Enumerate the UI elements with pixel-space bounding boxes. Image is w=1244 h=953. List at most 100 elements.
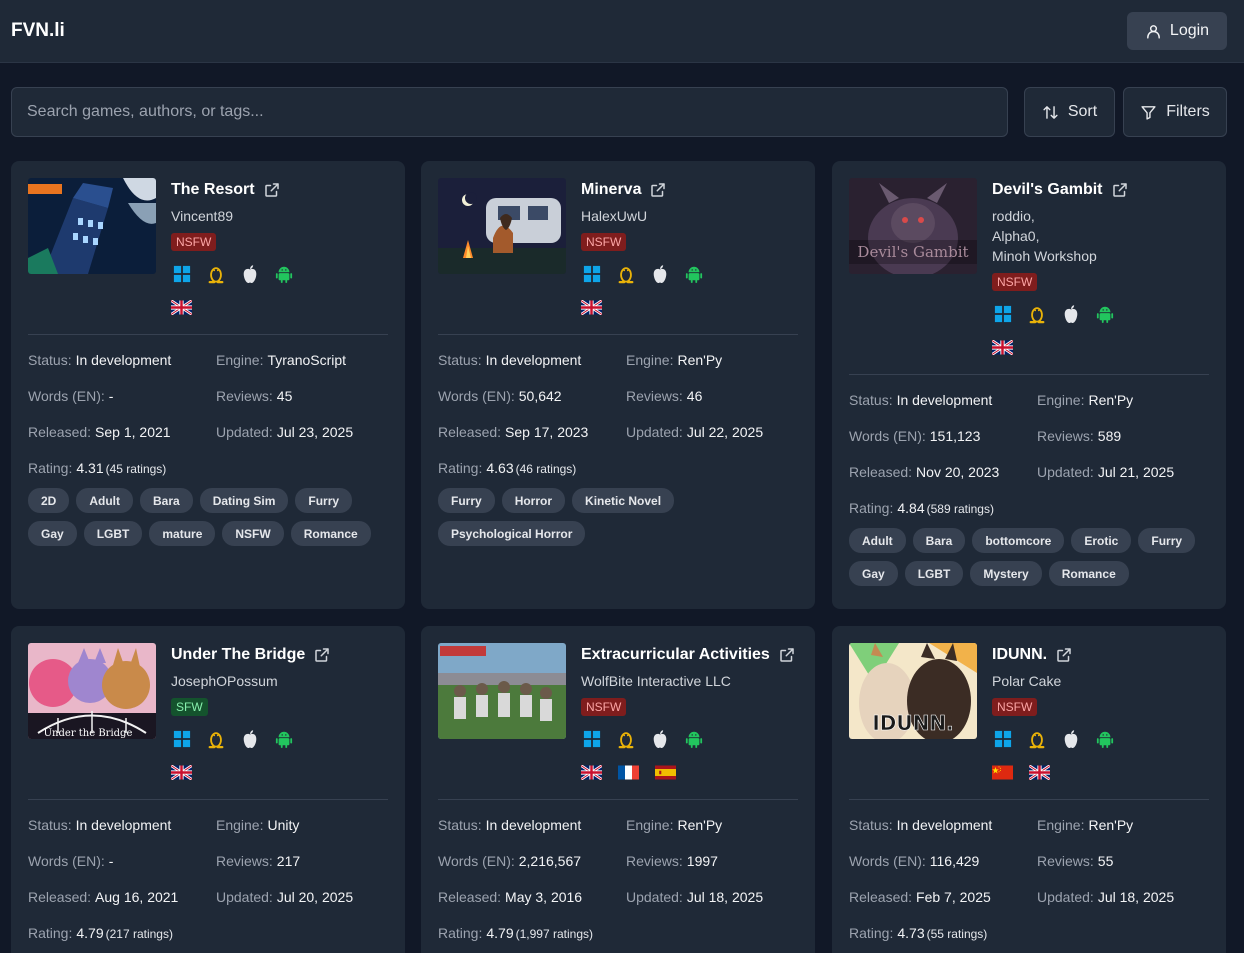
stat-reviews: Reviews: 55 [1037,853,1114,869]
game-author[interactable]: Alpha0, [992,226,1212,246]
content-rating-badge: NSFW [581,698,627,716]
game-author[interactable]: Polar Cake [992,671,1212,691]
tag-chip[interactable]: Furry [295,488,353,513]
game-title[interactable]: Devil's Gambit [992,181,1103,199]
stat-rating: Rating: 4.73 (55 ratings) [849,925,988,941]
tag-chip[interactable]: Adult [76,488,133,513]
external-link-icon[interactable] [1111,181,1129,199]
game-card[interactable]: Minerva HalexUwU NSFW Status: In developm… [421,161,815,609]
game-card[interactable]: The Resort Vincent89 NSFW Status: In deve… [11,161,405,609]
stat-status: Status: In development [28,817,172,833]
external-link-icon[interactable] [649,181,667,199]
search-input[interactable] [11,87,1008,137]
game-title[interactable]: IDUNN. [992,646,1047,664]
card-divider [438,334,798,335]
uk-flag-icon [581,764,602,780]
language-flags [171,762,391,782]
tag-chip[interactable]: Furry [1138,528,1196,553]
tag-chip[interactable]: Horror [501,488,566,513]
apple-icon [1060,729,1081,749]
top-navbar: FVN.li Login [0,0,1244,63]
android-icon [683,729,704,749]
stat-words: Words (EN): 116,429 [849,853,980,869]
windows-icon [992,729,1013,749]
tag-chip[interactable]: Psychological Horror [438,521,586,546]
game-author[interactable]: HalexUwU [581,206,801,226]
stat-status: Status: In development [849,817,993,833]
svg-text:Under the Bridge: Under the Bridge [44,728,133,739]
game-authors: Vincent89 [171,206,391,226]
uk-flag-icon [171,299,192,315]
tag-chip[interactable]: Erotic [1071,528,1132,553]
linux-icon [1026,304,1047,324]
content-rating-badge: NSFW [581,233,627,251]
tag-list: Adult Bara bottomcore Erotic Furry Gay LGBT Mys… [849,528,1215,586]
game-cover-image[interactable]: IDUNN. [849,643,977,739]
game-title[interactable]: Minerva [581,181,641,199]
content-rating-badge: NSFW [171,233,217,251]
tag-chip[interactable]: mature [149,521,216,546]
language-flags [581,297,801,317]
game-title[interactable]: Under The Bridge [171,646,305,664]
game-cover-image[interactable] [438,643,566,739]
game-card[interactable]: Devil's Gambit Devil's Gambit roddio, Alp… [832,161,1226,609]
game-card[interactable]: Extracurricular Activities WolfBite Inte… [421,626,815,953]
game-info: Minerva HalexUwU NSFW [581,180,801,317]
tag-chip[interactable]: Dating Sim [199,488,289,513]
tag-chip[interactable]: 2D [28,488,70,513]
game-cover-image[interactable]: Under the Bridge [28,643,156,739]
external-link-icon[interactable] [1055,646,1073,664]
platform-icons [581,729,801,749]
windows-icon [581,729,602,749]
external-link-icon[interactable] [313,646,331,664]
stat-engine: Engine: Ren'Py [1037,817,1134,833]
tag-chip[interactable]: Furry [438,488,495,513]
filters-button[interactable]: Filters [1123,87,1227,137]
tag-chip[interactable]: Bara [140,488,193,513]
game-cover-image[interactable] [438,178,566,274]
game-author[interactable]: roddio, [992,206,1212,226]
card-divider [849,374,1209,375]
tag-chip[interactable]: Bara [912,528,966,553]
site-logo[interactable]: FVN.li [11,20,65,42]
game-info: IDUNN. Polar Cake NSFW [992,645,1212,782]
external-link-icon[interactable] [778,646,796,664]
stat-released: Released: Nov 20, 2023 [849,464,1000,480]
external-link-icon[interactable] [263,181,281,199]
game-card[interactable]: Under the Bridge Under The Bridge Joseph… [11,626,405,953]
tag-chip[interactable]: Gay [28,521,77,546]
stat-words: Words (EN): 50,642 [438,388,562,404]
card-divider [28,799,388,800]
language-flags [992,337,1212,357]
game-cover-image[interactable] [28,178,156,274]
tag-chip[interactable]: Gay [849,561,898,586]
tag-chip[interactable]: Kinetic Novel [572,488,675,513]
game-cover-image[interactable]: Devil's Gambit [849,178,977,274]
tag-chip[interactable]: Romance [290,521,371,546]
tag-chip[interactable]: Romance [1048,561,1129,586]
game-author[interactable]: Vincent89 [171,206,391,226]
apple-icon [239,729,260,749]
tag-list: Furry Horror Kinetic Novel Psychological Ho… [438,488,804,546]
game-card[interactable]: IDUNN. IDUNN. Polar Cake NSFW Status: In … [832,626,1226,953]
game-authors: Polar Cake [992,671,1212,691]
tag-chip[interactable]: LGBT [83,521,143,546]
tag-chip[interactable]: NSFW [222,521,284,546]
login-button[interactable]: Login [1127,12,1227,50]
tag-chip[interactable]: bottomcore [972,528,1065,553]
game-author[interactable]: Minoh Workshop [992,246,1212,266]
uk-flag-icon [992,339,1013,355]
tag-chip[interactable]: Adult [849,528,906,553]
stat-rating: Rating: 4.79 (217 ratings) [28,925,173,941]
game-title[interactable]: Extracurricular Activities [581,646,770,664]
linux-icon [615,729,636,749]
game-title[interactable]: The Resort [171,181,255,199]
stat-words: Words (EN): 2,216,567 [438,853,582,869]
sort-button[interactable]: Sort [1024,87,1115,137]
game-author[interactable]: WolfBite Interactive LLC [581,671,801,691]
linux-icon [1026,729,1047,749]
game-author[interactable]: JosephOPossum [171,671,391,691]
stat-engine: Engine: Unity [216,817,300,833]
tag-chip[interactable]: LGBT [904,561,964,586]
tag-chip[interactable]: Mystery [970,561,1042,586]
